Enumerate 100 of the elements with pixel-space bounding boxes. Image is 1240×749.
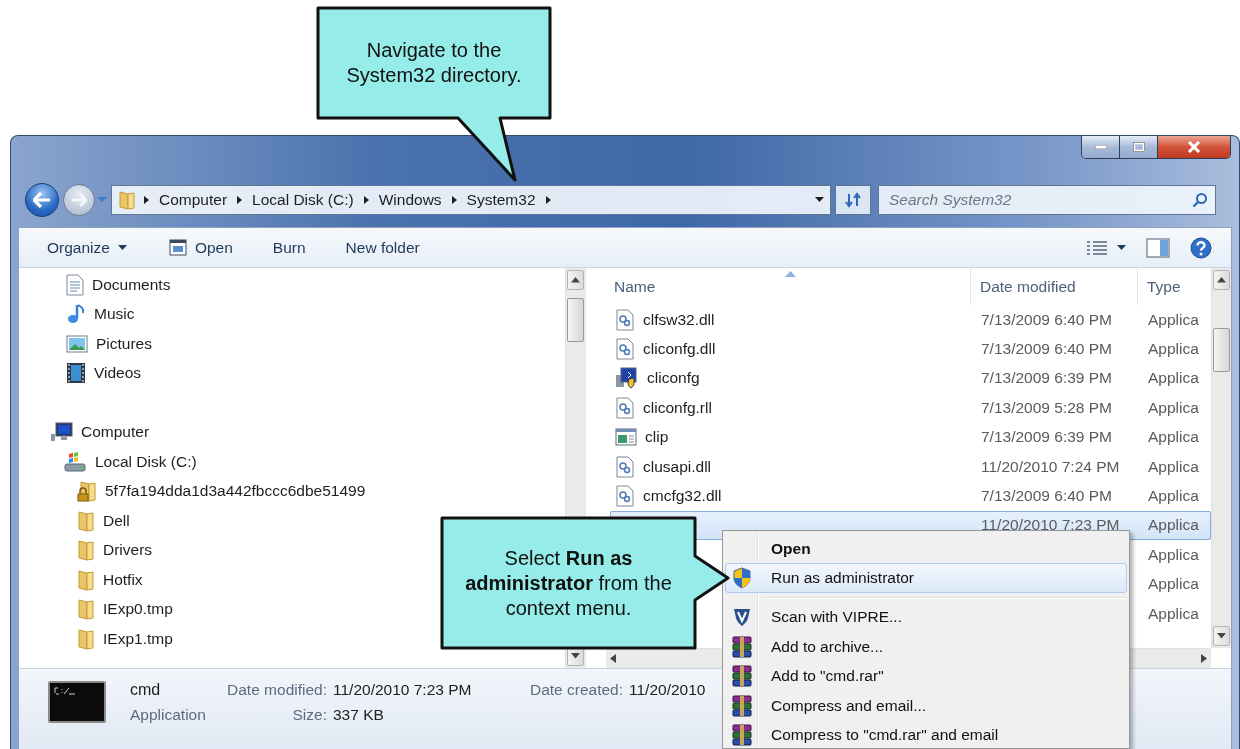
- file-row[interactable]: clip 7/13/2009 6:39 PM Applica: [610, 422, 1211, 452]
- file-type: Applica: [1148, 487, 1199, 505]
- right-arrow-icon: [71, 192, 87, 207]
- nav-item[interactable]: Music: [19, 299, 135, 329]
- music-note-icon: [66, 303, 86, 326]
- nav-item[interactable]: 5f7fa194dda1d3a442fbccc6dbe51499: [19, 476, 366, 506]
- date-modified: 7/13/2009 5:28 PM: [981, 398, 1112, 416]
- up-arrow-icon[interactable]: [1217, 277, 1226, 283]
- minimize-icon: [1094, 145, 1107, 149]
- nav-item[interactable]: Hotfix: [19, 565, 143, 595]
- toolbar-button[interactable]: Burn: [262, 232, 316, 263]
- file-gear-icon: [615, 338, 635, 361]
- chevron-icon: [236, 194, 244, 205]
- scrollbar-thumb[interactable]: [1213, 328, 1230, 372]
- detail-value: 11/20/2010: [629, 680, 706, 699]
- left-arrow-icon[interactable]: [610, 654, 616, 663]
- right-arrow-icon[interactable]: [1201, 654, 1207, 663]
- up-arrow-icon[interactable]: [571, 277, 580, 283]
- nav-item[interactable]: IExp1.tmp: [19, 624, 173, 654]
- menu-item[interactable]: Add to archive...: [725, 632, 1127, 662]
- nav-item[interactable]: Videos: [19, 358, 142, 388]
- search-field[interactable]: Search System32: [878, 184, 1216, 215]
- chevron-icon: [362, 194, 370, 205]
- locked-folder-icon: [77, 480, 97, 503]
- close-icon: [1187, 141, 1201, 153]
- list-view-icon: [1087, 240, 1107, 255]
- scrollbar-thumb[interactable]: [567, 298, 584, 342]
- down-arrow-icon[interactable]: [1217, 633, 1226, 639]
- detail-label: Date created:: [529, 680, 624, 699]
- nav-item[interactable]: Drivers: [19, 535, 153, 565]
- menu-item[interactable]: Compress and email...: [725, 690, 1127, 721]
- toolbar-button[interactable]: Open: [158, 232, 243, 263]
- folder-icon: [77, 598, 95, 621]
- nav-item[interactable]: Documents: [19, 270, 171, 300]
- archive-icon: [731, 694, 753, 717]
- file-type: Applica: [1148, 369, 1199, 387]
- file-row[interactable]: cmcfg32.dll 7/13/2009 6:40 PM Applica: [610, 481, 1211, 511]
- back-button[interactable]: [25, 182, 59, 217]
- menu-item[interactable]: Scan with VIPRE...: [725, 602, 1127, 633]
- file-name: cliconfg: [647, 369, 700, 388]
- minimize-button[interactable]: [1082, 136, 1120, 158]
- column-header[interactable]: Type: [1138, 268, 1211, 305]
- date-modified: 11/20/2010 7:23 PM: [981, 516, 1120, 534]
- menu-item[interactable]: Compress to "cmd.rar" and email: [725, 720, 1127, 748]
- app-icon: [615, 367, 639, 390]
- file-row[interactable]: cliconfg 7/13/2009 6:39 PM Applica: [610, 363, 1211, 394]
- file-row[interactable]: cliconfg.dll 7/13/2009 6:40 PM Applica: [610, 334, 1211, 364]
- address-bar[interactable]: Computer Local Disk (C:) Windows System32: [111, 184, 831, 215]
- caret-icon: [1117, 244, 1126, 251]
- picture-icon: [66, 334, 88, 353]
- breadcrumb-item[interactable]: Computer: [150, 190, 237, 209]
- toolbar-button[interactable]: New folder: [335, 232, 430, 263]
- nav-item[interactable]: Dell: [19, 506, 130, 536]
- archive-icon: [731, 724, 753, 747]
- column-header[interactable]: Date modified: [971, 268, 1138, 305]
- folder-icon: [77, 627, 95, 650]
- file-gear-icon: [615, 485, 635, 508]
- film-icon: [66, 362, 86, 385]
- down-arrow-icon[interactable]: [571, 653, 580, 659]
- window-icon: [615, 428, 637, 447]
- nav-item[interactable]: IExp0.tmp: [19, 594, 173, 624]
- close-button[interactable]: [1158, 136, 1230, 158]
- breadcrumb-item[interactable]: Windows: [369, 190, 451, 209]
- archive-icon: [731, 665, 753, 688]
- chevron-icon: [143, 194, 150, 205]
- console-icon: [48, 681, 106, 723]
- date-modified: 11/20/2010 7:24 PM: [981, 457, 1120, 475]
- window-icon: [168, 239, 187, 256]
- file-name: cmcfg32.dll: [643, 487, 722, 506]
- shield-icon: [732, 567, 752, 590]
- refresh-button[interactable]: [835, 184, 871, 215]
- maximize-button[interactable]: [1120, 136, 1158, 158]
- breadcrumb-item[interactable]: System32: [457, 190, 545, 209]
- toolbar-button[interactable]: Organize: [37, 232, 137, 263]
- file-name: clfsw32.dll: [643, 310, 715, 329]
- vertical-scrollbar[interactable]: [1211, 268, 1231, 648]
- file-row[interactable]: cliconfg.rll 7/13/2009 5:28 PM Applica: [610, 393, 1211, 423]
- file-name: cliconfg.dll: [643, 340, 716, 359]
- maximize-icon: [1132, 142, 1145, 152]
- file-row[interactable]: clusapi.dll 11/20/2010 7:24 PM Applica: [610, 451, 1211, 482]
- callout-text: Navigate to the System32 directory.: [345, 38, 523, 88]
- caret-icon: [97, 196, 107, 203]
- file-type: Applica: [1148, 340, 1199, 358]
- refresh-icon: [844, 191, 862, 208]
- file-gear-icon: [615, 396, 635, 419]
- menu-item[interactable]: Add to "cmd.rar": [725, 661, 1127, 691]
- detail-value: 337 KB: [333, 705, 384, 724]
- callout-text: Select Run as administrator from the context menu.: [464, 545, 673, 621]
- date-modified: 7/13/2009 6:40 PM: [981, 340, 1112, 358]
- nav-item[interactable]: Local Disk (C:): [19, 447, 197, 477]
- help-icon: [1190, 236, 1212, 259]
- breadcrumb-item[interactable]: Local Disk (C:): [243, 190, 363, 209]
- file-gear-icon: [615, 455, 635, 478]
- menu-item[interactable]: Run as administrator: [725, 563, 1127, 593]
- file-gear-icon: [615, 308, 635, 331]
- folder-icon: [118, 189, 136, 210]
- file-name: cliconfg.rll: [643, 398, 712, 417]
- file-row[interactable]: clfsw32.dll 7/13/2009 6:40 PM Applica: [610, 305, 1211, 335]
- nav-item[interactable]: Pictures: [19, 329, 152, 359]
- nav-item[interactable]: Computer: [19, 417, 150, 447]
